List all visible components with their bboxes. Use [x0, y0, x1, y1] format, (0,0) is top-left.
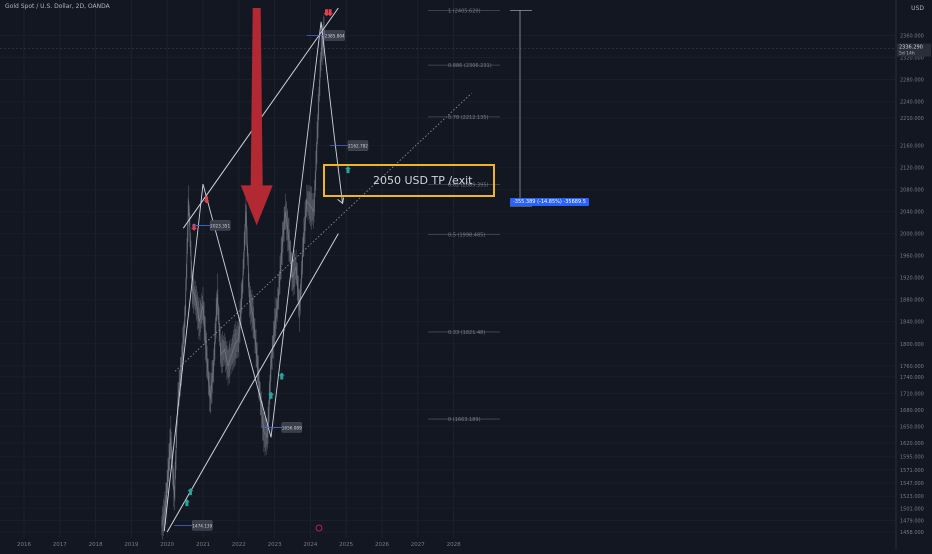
x-tick-label: 2016 [17, 542, 31, 548]
buy-arrow-icon [183, 499, 190, 507]
y-tick-label: 2210.000 [900, 116, 924, 122]
x-tick-label: 2018 [89, 542, 103, 548]
sell-arrow-icon [191, 223, 198, 231]
grid-layer [0, 0, 896, 538]
fib-level-label: 0.33 (1821.48) [448, 330, 485, 336]
y-tick-label: 1650.000 [900, 424, 924, 430]
measurement-badge: -355.389 (-14.85%) -35689.5 [510, 198, 589, 206]
y-tick-label: 1523.000 [900, 494, 924, 500]
y-tick-label: 1595.000 [900, 455, 924, 461]
y-tick-label: 2000.000 [900, 232, 924, 238]
channel-mid-line [174, 93, 472, 372]
y-tick-label: 1571.000 [900, 468, 924, 474]
tp-zone-box[interactable]: 2050 USD TP /exit [323, 164, 495, 197]
fib-level-label: 0 (1663.189) [448, 417, 481, 423]
y-tick-label: 1840.000 [900, 320, 924, 326]
callout-label: 2385.804 [325, 34, 345, 39]
chart-area[interactable]: 1 (2405.620) 0.886 (2306.231) 0.78 (2212.1… [0, 0, 932, 550]
chart-svg: 1 (2405.620) 0.886 (2306.231) 0.78 (2212.1… [0, 0, 931, 550]
fib-level-label: 0.78 (2212.135) [448, 115, 489, 121]
y-tick-label: 2080.000 [900, 188, 924, 194]
x-tick-label: 2025 [339, 542, 353, 548]
drawings-layer[interactable]: 1 (2405.620) 0.886 (2306.231) 0.78 (2212.1… [163, 7, 532, 533]
y-tick-label: 1920.000 [900, 276, 924, 282]
big-down-arrow-icon [240, 8, 273, 226]
y-tick-label: 1740.000 [900, 375, 924, 381]
y-tick-label: 2040.000 [900, 210, 924, 216]
x-tick-label: 2021 [196, 542, 210, 548]
y-tick-label: 1680.000 [900, 408, 924, 414]
x-tick-label: 2017 [53, 542, 67, 548]
x-tick-label: 2023 [268, 542, 282, 548]
x-tick-label: 2028 [447, 542, 461, 548]
y-tick-label: 2160.000 [900, 144, 924, 150]
current-price-value: 2336.290 [899, 45, 923, 51]
x-tick-label: 2020 [160, 542, 174, 548]
current-price-countdown: 5d 14h [899, 51, 915, 57]
x-tick-label: 2022 [232, 542, 246, 548]
y-tick-label: 2240.000 [900, 100, 924, 106]
buy-arrow-icon [187, 488, 194, 496]
x-tick-label: 2026 [375, 542, 389, 548]
event-marker-icon [315, 524, 323, 532]
chart-title: Gold Spot / U.S. Dollar, 2D, OANDA [5, 3, 110, 10]
y-tick-label: 2120.000 [900, 166, 924, 172]
axis-layer: 2016 2017 2018 2019 2020 2021 2022 2023 2024 2025… [17, 0, 931, 550]
y-tick-label: 2280.000 [900, 78, 924, 84]
tp-zone-label: 2050 USD TP /exit [373, 174, 473, 187]
y-tick-label: 1710.000 [900, 391, 924, 397]
x-tick-label: 2024 [303, 542, 317, 548]
y-tick-label: 1800.000 [900, 342, 924, 348]
y-tick-label: 1620.000 [900, 441, 924, 447]
y-tick-label: 1501.000 [900, 506, 924, 512]
y-tick-label: 1760.000 [900, 364, 924, 370]
x-tick-label: 2019 [124, 542, 138, 548]
callout-label: 2162.782 [348, 144, 368, 149]
fib-level-label: 1 (2405.620) [448, 8, 481, 14]
currency-label[interactable]: USD [911, 5, 924, 12]
fib-level-label: 0.886 (2306.231) [448, 63, 492, 69]
y-tick-label: 2360.000 [900, 34, 924, 40]
y-tick-label: 1880.000 [900, 298, 924, 304]
callout-label: 2023.351 [210, 223, 230, 228]
callout-label: 1474.139 [192, 523, 212, 528]
y-tick-label: 1479.000 [900, 518, 924, 524]
y-tick-label: 1960.000 [900, 254, 924, 260]
fib-level-label: 0.5 (1998.485) [448, 233, 485, 239]
callout-label: 1656.089 [282, 425, 302, 430]
y-tick-label: 1547.000 [900, 481, 924, 487]
y-tick-label: 1458.000 [900, 530, 924, 536]
x-tick-label: 2027 [411, 542, 425, 548]
zigzag-arrowhead [337, 197, 345, 205]
buy-arrow-icon [278, 372, 285, 380]
